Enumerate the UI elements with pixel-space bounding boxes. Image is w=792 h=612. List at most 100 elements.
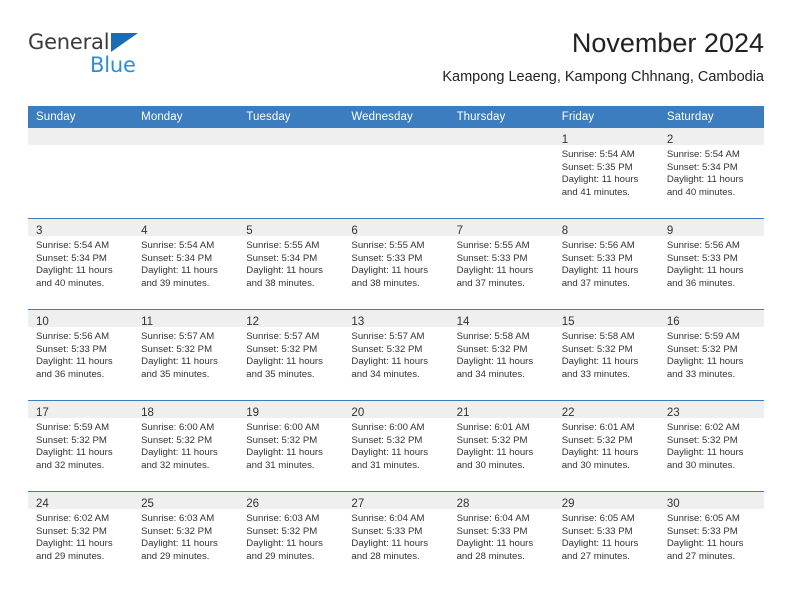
day-number-band: 2 [658,128,764,146]
day-cell[interactable]: 23 Sunrise: 6:02 AM Sunset: 5:32 PM Dayligh… [658,400,764,492]
daylight-text-line2: and 32 minutes. [36,459,105,471]
day-cell[interactable]: 28 Sunrise: 6:04 AM Sunset: 5:33 PM Dayligh… [448,491,554,582]
day-number: 14 [456,316,470,328]
sunrise-text: Sunrise: 5:59 AM [36,422,110,433]
daylight-text-line2: and 33 minutes. [666,368,736,380]
day-number: 30 [666,498,680,510]
day-cell[interactable]: 26 Sunrise: 6:03 AM Sunset: 5:32 PM Dayligh… [238,491,344,582]
sunrise-text: Sunrise: 6:05 AM [561,513,635,524]
day-cell[interactable]: 10 Sunrise: 5:56 AM Sunset: 5:33 PM Dayligh… [28,309,134,401]
day-number-band: 21 [448,401,554,419]
sunset-text: Sunset: 5:34 PM [141,252,213,264]
logo-text-blue: Blue [90,53,136,77]
daylight-text-line2: and 37 minutes. [456,277,525,289]
day-cell[interactable]: 13 Sunrise: 5:57 AM Sunset: 5:32 PM Dayligh… [343,309,449,401]
day-number-band: 20 [343,401,449,419]
day-cell[interactable]: 27 Sunrise: 6:04 AM Sunset: 5:33 PM Dayligh… [343,491,449,582]
day-cell[interactable]: 11 Sunrise: 5:57 AM Sunset: 5:32 PM Dayligh… [133,309,239,401]
day-number-band: 17 [28,401,134,419]
day-cell-details: Sunrise: 5:56 AM Sunset: 5:33 PM Daylight:… [28,327,133,381]
day-cell[interactable]: 9 Sunrise: 5:56 AM Sunset: 5:33 PM Daylight… [658,218,764,310]
day-cell-empty [448,128,554,219]
day-cell[interactable]: 24 Sunrise: 6:02 AM Sunset: 5:32 PM Dayligh… [28,491,134,582]
week-row: 24 Sunrise: 6:02 AM Sunset: 5:32 PM Dayligh… [28,491,764,582]
sunset-text: Sunset: 5:33 PM [36,343,107,355]
sunrise-text: Sunrise: 5:54 AM [36,240,110,251]
day-cell-details: Sunrise: 6:00 AM Sunset: 5:32 PM Daylight:… [133,418,238,472]
day-number-band [133,128,239,145]
day-number: 1 [561,134,569,146]
daylight-text-line2: and 28 minutes. [456,550,525,562]
daylight-text-line1: Daylight: 11 hours [561,538,639,550]
day-number-band: 30 [658,492,764,510]
day-cell[interactable]: 1 Sunrise: 5:54 AM Sunset: 5:35 PM Daylight… [553,128,659,219]
daylight-text-line2: and 37 minutes. [561,277,630,289]
sunset-text: Sunset: 5:33 PM [561,252,633,264]
day-cell[interactable]: 16 Sunrise: 5:59 AM Sunset: 5:32 PM Dayligh… [658,309,764,401]
day-cell[interactable]: 5 Sunrise: 5:55 AM Sunset: 5:34 PM Daylight… [238,218,344,310]
day-number: 6 [351,225,358,237]
daylight-text-line1: Daylight: 11 hours [561,447,639,459]
sunrise-text: Sunrise: 5:57 AM [351,331,425,342]
sunset-text: Sunset: 5:35 PM [561,161,633,173]
day-cell[interactable]: 29 Sunrise: 6:05 AM Sunset: 5:33 PM Dayligh… [553,491,659,582]
day-cell[interactable]: 19 Sunrise: 6:00 AM Sunset: 5:32 PM Dayligh… [238,400,344,492]
day-cell[interactable]: 22 Sunrise: 6:01 AM Sunset: 5:32 PM Dayligh… [553,400,659,492]
daylight-text-line1: Daylight: 11 hours [561,265,639,277]
day-number-band: 7 [448,219,554,237]
day-number-band: 10 [28,310,134,328]
sunset-text: Sunset: 5:32 PM [36,434,107,446]
page-header: General Blue November 2024 Kampong Leaen… [28,26,764,102]
sunrise-text: Sunrise: 6:02 AM [36,513,110,524]
week-row: 10 Sunrise: 5:56 AM Sunset: 5:33 PM Dayligh… [28,309,764,401]
day-cell-details [449,145,554,149]
daylight-text-line2: and 29 minutes. [36,550,105,562]
day-number: 10 [36,316,49,328]
daylight-text-line1: Daylight: 11 hours [141,356,218,368]
day-cell[interactable]: 21 Sunrise: 6:01 AM Sunset: 5:32 PM Dayligh… [448,400,554,492]
weekday-header-friday: Friday [553,106,659,128]
daylight-text-line1: Daylight: 11 hours [351,356,429,368]
day-number: 9 [666,225,674,237]
sunrise-text: Sunrise: 6:01 AM [456,422,530,433]
day-cell[interactable]: 20 Sunrise: 6:00 AM Sunset: 5:32 PM Dayligh… [343,400,449,492]
day-cell[interactable]: 4 Sunrise: 5:54 AM Sunset: 5:34 PM Daylight… [133,218,239,310]
day-number: 26 [246,498,260,510]
day-cell[interactable]: 18 Sunrise: 6:00 AM Sunset: 5:32 PM Dayligh… [133,400,239,492]
day-cell-details: Sunrise: 6:05 AM Sunset: 5:33 PM Daylight:… [659,509,764,563]
sunset-text: Sunset: 5:33 PM [456,252,528,264]
day-cell[interactable]: 15 Sunrise: 5:58 AM Sunset: 5:32 PM Dayligh… [553,309,659,401]
daylight-text-line1: Daylight: 11 hours [666,538,744,550]
sunset-text: Sunset: 5:32 PM [456,434,528,446]
day-cell[interactable]: 17 Sunrise: 5:59 AM Sunset: 5:32 PM Dayligh… [28,400,134,492]
day-number-band [343,128,449,145]
weekday-header-row: Sunday Monday Tuesday Wednesday Thursday Frid… [28,106,764,128]
day-number: 13 [351,316,365,328]
day-cell[interactable]: 6 Sunrise: 5:55 AM Sunset: 5:33 PM Daylight… [343,218,449,310]
day-cell-details: Sunrise: 5:54 AM Sunset: 5:34 PM Daylight:… [659,145,764,199]
sunrise-text: Sunrise: 5:54 AM [141,240,215,251]
daylight-text-line2: and 32 minutes. [141,459,210,471]
day-cell[interactable]: 8 Sunrise: 5:56 AM Sunset: 5:33 PM Daylight… [553,218,659,310]
daylight-text-line2: and 29 minutes. [246,550,315,562]
weekday-header-saturday: Saturday [658,106,764,128]
day-cell[interactable]: 14 Sunrise: 5:58 AM Sunset: 5:32 PM Dayligh… [448,309,554,401]
daylight-text-line1: Daylight: 11 hours [141,538,218,550]
sunrise-sunset-calendar: Sunday Monday Tuesday Wednesday Thursday Frid… [28,106,764,582]
daylight-text-line1: Daylight: 11 hours [36,538,113,550]
day-cell-details: Sunrise: 5:56 AM Sunset: 5:33 PM Daylight:… [554,236,659,290]
generalblue-logo[interactable]: General Blue [28,30,248,90]
daylight-text-line1: Daylight: 11 hours [141,265,218,277]
day-cell[interactable]: 30 Sunrise: 6:05 AM Sunset: 5:33 PM Dayligh… [658,491,764,582]
daylight-text-line1: Daylight: 11 hours [246,265,323,277]
day-cell[interactable]: 12 Sunrise: 5:57 AM Sunset: 5:32 PM Dayligh… [238,309,344,401]
day-cell[interactable]: 2 Sunrise: 5:54 AM Sunset: 5:34 PM Daylight… [658,128,764,219]
day-cell-details [133,145,238,149]
day-cell[interactable]: 25 Sunrise: 6:03 AM Sunset: 5:32 PM Dayligh… [133,491,239,582]
day-number-band: 22 [553,401,659,419]
day-cell[interactable]: 7 Sunrise: 5:55 AM Sunset: 5:33 PM Daylight… [448,218,554,310]
day-cell[interactable]: 3 Sunrise: 5:54 AM Sunset: 5:34 PM Daylight… [28,218,134,310]
day-cell-details: Sunrise: 6:05 AM Sunset: 5:33 PM Daylight:… [554,509,659,563]
sunrise-text: Sunrise: 5:56 AM [36,331,110,342]
sunset-text: Sunset: 5:32 PM [456,343,528,355]
